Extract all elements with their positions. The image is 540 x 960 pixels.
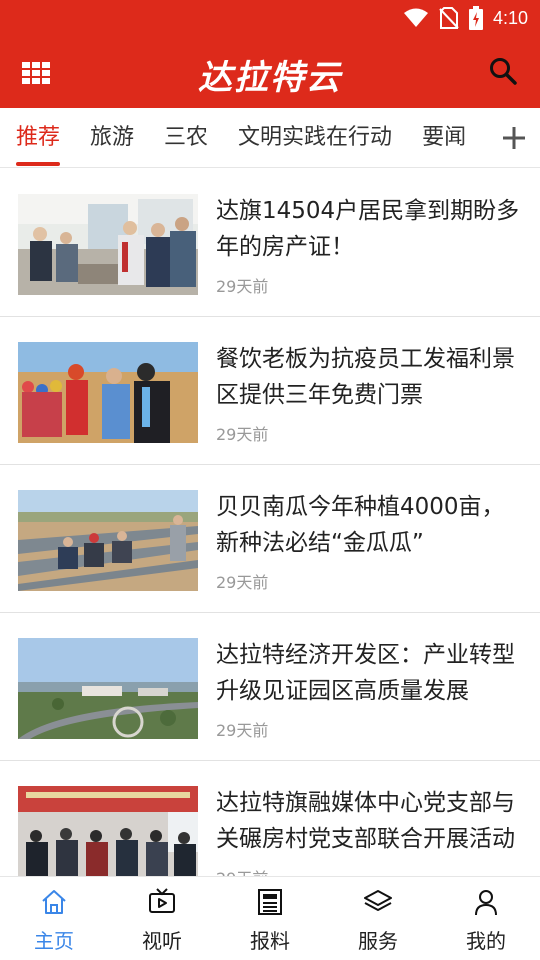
article-time: 29天前 — [216, 865, 268, 876]
list-item[interactable]: 达拉特经济开发区：产业转型升级见证园区高质量发展 29天前 — [0, 613, 540, 761]
office-crowd-photo — [18, 194, 198, 295]
status-time: 4:10 — [492, 7, 528, 28]
article-title: 达旗14504户居民拿到期盼多年的房产证！ — [216, 198, 520, 260]
no-sim-icon — [439, 7, 459, 29]
article-title: 达拉特旗融媒体中心党支部与关碾房村党支部联合开展活动 — [216, 790, 515, 852]
article-thumbnail — [18, 490, 198, 591]
tv-play-icon — [149, 888, 175, 913]
nav-label: 视听 — [142, 929, 182, 953]
nav-label: 我的 — [466, 929, 506, 953]
wifi-icon — [403, 8, 428, 27]
status-bar: 4:10 — [0, 0, 540, 36]
farm-field-photo — [18, 490, 198, 591]
article-thumbnail — [18, 194, 198, 295]
nav-profile[interactable]: 我的 — [432, 877, 540, 960]
article-thumbnail — [18, 786, 198, 876]
tab-headlines[interactable]: 要闻 — [422, 108, 466, 167]
list-item[interactable]: 餐饮老板为抗疫员工发福利景区提供三年免费门票 29天前 — [0, 317, 540, 465]
meeting-hall-photo — [18, 786, 198, 876]
category-tabs: 推荐 旅游 三农 文明实践在行动 要闻 — [0, 108, 540, 168]
user-icon — [475, 890, 497, 916]
aerial-park-photo — [18, 638, 198, 739]
app-header: 达拉特云 — [0, 36, 540, 108]
article-thumbnail — [18, 342, 198, 443]
bottom-nav: 主页 视听 报料 服务 我的 — [0, 876, 540, 960]
nav-service[interactable]: 服务 — [324, 877, 432, 960]
home-icon — [42, 890, 66, 914]
article-title: 贝贝南瓜今年种植4000亩，新种法必结“金瓜瓜” — [216, 494, 505, 556]
nav-report[interactable]: 报料 — [216, 877, 324, 960]
newspaper-icon — [258, 889, 282, 915]
tab-agriculture[interactable]: 三农 — [164, 108, 208, 167]
article-time: 29天前 — [216, 277, 269, 296]
nav-video[interactable]: 视听 — [108, 877, 216, 960]
search-icon[interactable] — [488, 56, 518, 86]
list-item[interactable]: 贝贝南瓜今年种植4000亩，新种法必结“金瓜瓜” 29天前 — [0, 465, 540, 613]
layers-icon — [364, 890, 392, 911]
app-title: 达拉特云 — [198, 58, 342, 98]
nav-label: 主页 — [34, 929, 74, 953]
plus-icon[interactable] — [494, 118, 534, 158]
nav-label: 服务 — [358, 929, 398, 953]
article-thumbnail — [18, 638, 198, 739]
tab-recommended[interactable]: 推荐 — [16, 108, 61, 167]
list-item[interactable]: 达旗14504户居民拿到期盼多年的房产证！ 29天前 — [0, 169, 540, 317]
tab-travel[interactable]: 旅游 — [90, 108, 134, 167]
tab-row: 推荐 旅游 三农 文明实践在行动 要闻 — [16, 108, 466, 167]
nav-home[interactable]: 主页 — [0, 877, 108, 960]
desert-costume-photo — [18, 342, 198, 443]
tab-civilization-practice[interactable]: 文明实践在行动 — [238, 108, 392, 167]
article-list: 达旗14504户居民拿到期盼多年的房产证！ 29天前 餐饮老板为抗疫员工发福利景… — [0, 169, 540, 876]
article-title: 达拉特经济开发区：产业转型升级见证园区高质量发展 — [216, 642, 515, 704]
article-title: 餐饮老板为抗疫员工发福利景区提供三年免费门票 — [216, 346, 515, 408]
article-time: 29天前 — [216, 721, 269, 740]
nav-label: 报料 — [250, 929, 290, 953]
list-item[interactable]: 达拉特旗融媒体中心党支部与关碾房村党支部联合开展活动 29天前 — [0, 761, 540, 876]
status-icons: 4:10 — [403, 6, 528, 30]
article-time: 29天前 — [216, 573, 269, 592]
article-time: 29天前 — [216, 425, 269, 444]
battery-charging-icon — [468, 6, 483, 30]
